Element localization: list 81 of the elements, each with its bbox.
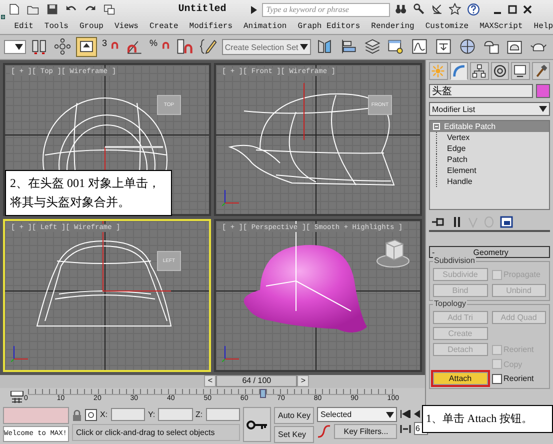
set-key-button[interactable]: [243, 407, 271, 442]
satellite-dish-icon[interactable]: [431, 3, 444, 16]
color-swatch[interactable]: [536, 84, 550, 98]
axis-tripod-icon: [11, 344, 29, 362]
prompt-text: Click or click-and-drag to select objects: [72, 424, 240, 441]
remove-modifier-icon: [484, 216, 494, 228]
collapse-icon[interactable]: [433, 123, 440, 130]
project-folder-icon[interactable]: [103, 2, 118, 16]
instruction-tooltip: 2、在头盔 001 对象上单击，将其与头盔对象合并。: [5, 170, 172, 216]
menu-item[interactable]: Group: [79, 22, 104, 30]
maxscript-listener-field[interactable]: [3, 407, 69, 424]
close-icon[interactable]: [523, 5, 532, 14]
play-arrow-icon[interactable]: [251, 6, 258, 14]
coordinate-field[interactable]: [110, 408, 145, 421]
help-icon[interactable]: [467, 3, 480, 16]
menu-item[interactable]: Tools: [44, 22, 68, 30]
modifier-list-dropdown[interactable]: Modifier List: [429, 102, 550, 116]
pin-icon[interactable]: [432, 216, 446, 228]
menu-item[interactable]: Help: [534, 22, 553, 30]
selection-set-dropdown[interactable]: Create Selection Set: [222, 39, 312, 55]
track-bar-icon[interactable]: [10, 390, 24, 402]
dropdown-arrow-icon[interactable]: [300, 44, 308, 50]
toolbar-button[interactable]: 3: [100, 37, 121, 57]
menu-item[interactable]: Views: [114, 22, 138, 30]
maximize-icon[interactable]: [508, 5, 518, 14]
key-mode-dropdown[interactable]: Selected: [317, 407, 398, 422]
toolbar-button[interactable]: %: [148, 37, 172, 57]
menu-item[interactable]: Graph Editors: [298, 22, 360, 30]
coordinate-label: Z:: [196, 410, 203, 419]
menu-item[interactable]: Create: [149, 22, 178, 30]
menu-item[interactable]: Customize: [425, 22, 469, 30]
coordinate-field[interactable]: [206, 408, 240, 421]
group-title: Topology: [433, 299, 468, 308]
stack-item[interactable]: Editable Patch: [430, 121, 549, 132]
time-slider-thumb[interactable]: 64 / 100: [216, 375, 298, 387]
coordinate-field[interactable]: [158, 408, 192, 421]
key-filters-button[interactable]: Key Filters...: [334, 424, 398, 439]
tangent-curve-icon[interactable]: [317, 425, 332, 438]
set-key-mode-button[interactable]: Set Key: [274, 426, 314, 443]
make-unique-icon: [468, 216, 478, 228]
axis-tripod-icon: [222, 344, 240, 362]
panel-button[interactable]: Attach: [433, 372, 488, 385]
checkbox[interactable]: [492, 374, 502, 384]
menu-item[interactable]: Animation: [244, 22, 287, 30]
viewcube-icon[interactable]: [376, 239, 410, 269]
snap-label: 3: [102, 38, 107, 48]
coordinate-label: X:: [100, 410, 108, 419]
menu-item[interactable]: Modifiers: [189, 22, 232, 30]
menu-item[interactable]: Rendering: [371, 22, 414, 30]
show-end-result-icon[interactable]: [452, 216, 462, 228]
window-title: Untitled: [178, 4, 226, 15]
auto-key-button[interactable]: Auto Key: [274, 407, 314, 424]
toolbar-button[interactable]: [4, 40, 26, 54]
absolute-mode-icon[interactable]: [85, 408, 97, 420]
sub-object-item[interactable]: Element: [437, 166, 476, 175]
key-mode-icon[interactable]: [400, 424, 412, 432]
menu-item[interactable]: MAXScript: [480, 22, 523, 30]
coordinate-label: Y:: [148, 410, 156, 419]
binoculars-icon[interactable]: [395, 3, 408, 16]
object-name-field[interactable]: 头盔: [429, 84, 533, 98]
next-frame-button[interactable]: >: [297, 375, 310, 387]
menu-item[interactable]: Edit: [14, 22, 34, 30]
instruction-tooltip: 1、单击 Attach 按钮。: [422, 405, 553, 433]
configure-sets-icon[interactable]: [500, 216, 513, 228]
dropdown-arrow-icon[interactable]: [386, 412, 394, 418]
dropdown-arrow-icon[interactable]: [14, 44, 23, 50]
sub-object-item[interactable]: Patch: [437, 155, 468, 164]
star-icon[interactable]: [449, 3, 462, 16]
go-to-start-icon[interactable]: [400, 410, 412, 418]
sub-object-item[interactable]: Handle: [437, 177, 472, 186]
axis-tripod-icon: [222, 188, 240, 206]
lock-icon[interactable]: [72, 408, 82, 420]
search-field[interactable]: Type a keyword or phrase: [262, 2, 390, 16]
key-icon[interactable]: [246, 420, 268, 430]
checkbox-label: Reorient: [504, 374, 534, 383]
dropdown-arrow-icon[interactable]: [539, 106, 547, 112]
previous-frame-button[interactable]: <: [204, 375, 216, 387]
snap-label: %: [149, 38, 158, 48]
sub-object-item[interactable]: Edge: [437, 144, 466, 153]
sub-object-item[interactable]: Vertex: [437, 133, 470, 142]
group-title: Subdivision: [433, 256, 476, 265]
